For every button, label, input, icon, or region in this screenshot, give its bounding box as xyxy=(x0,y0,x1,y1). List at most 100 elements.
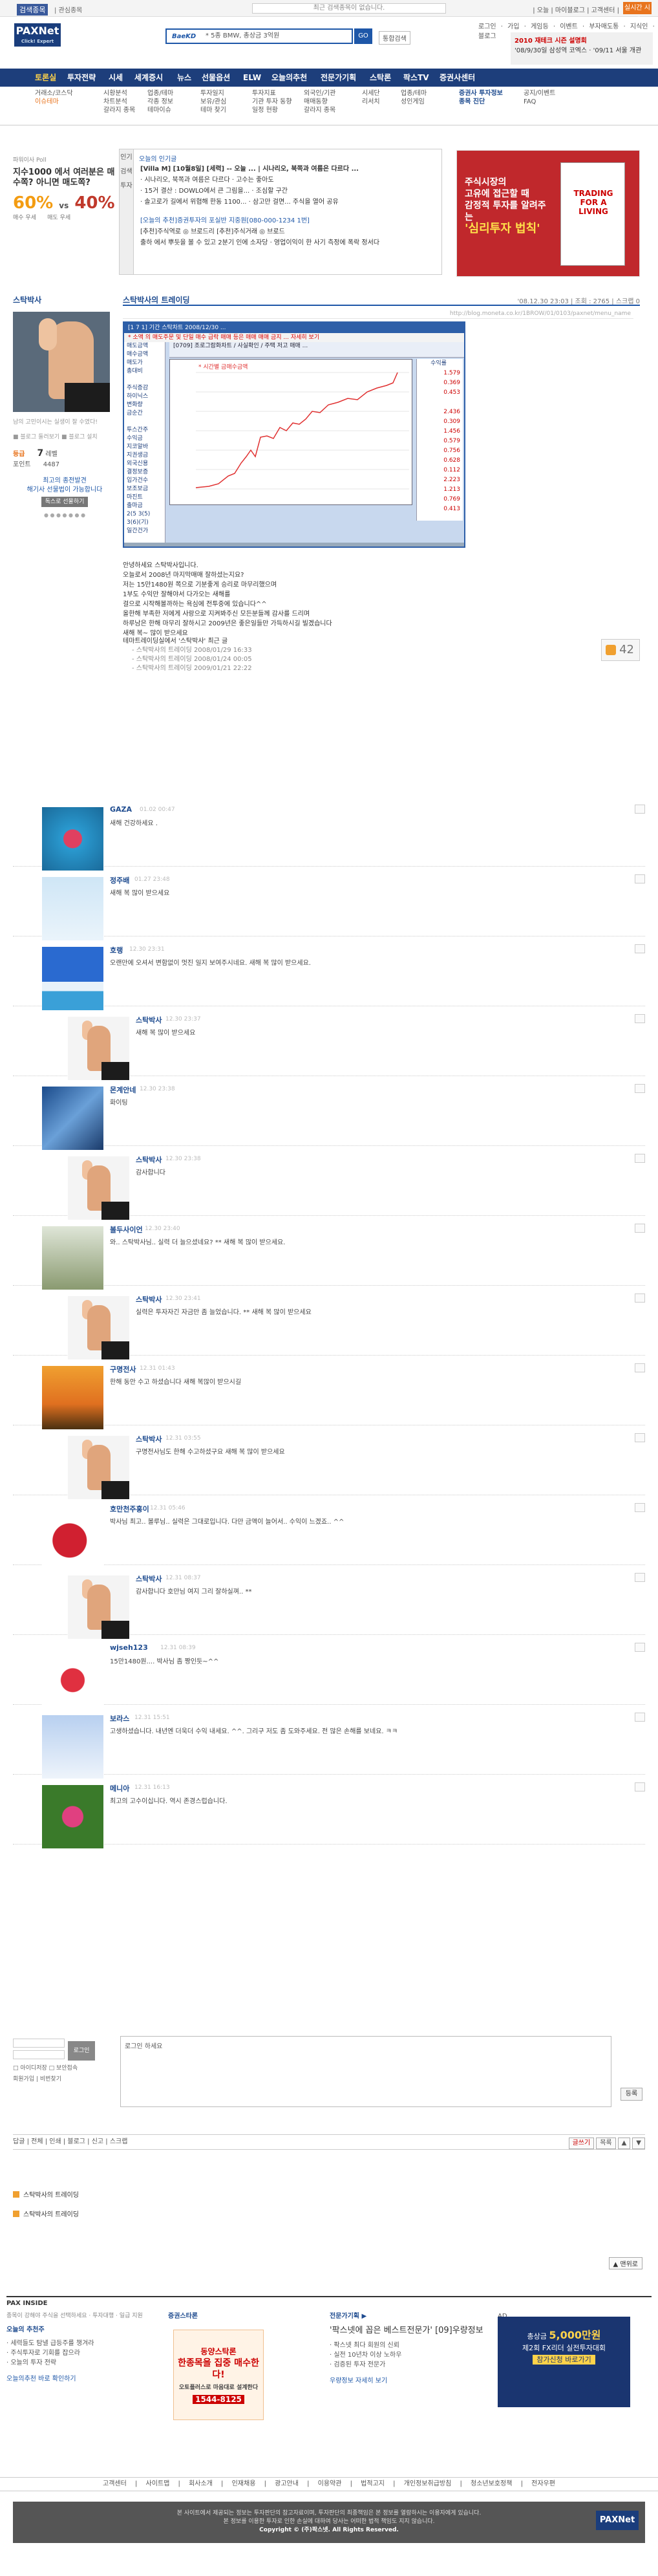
subnav-link[interactable]: 일정 현황 xyxy=(252,106,292,114)
hot-tab-popular[interactable]: 인기 xyxy=(120,153,133,162)
comment-reply-icon[interactable] xyxy=(635,805,645,814)
subnav-link[interactable]: 이슈테마 xyxy=(35,98,73,106)
subnav-link[interactable]: 기관 투자 동향 xyxy=(252,98,292,106)
pax-link[interactable]: · 검증된 투자 전문가 xyxy=(330,2360,485,2370)
subnav-link[interactable]: 갈라지 종목 xyxy=(304,106,335,114)
comment-avatar[interactable] xyxy=(42,1226,103,1290)
comment-author[interactable]: 호랭 xyxy=(110,945,123,955)
favorite-stock-tab[interactable]: | 관심종목 xyxy=(54,5,82,14)
author-nickname[interactable]: 스탁박사 xyxy=(13,294,116,305)
comment-author[interactable]: 보라스 xyxy=(110,1713,129,1724)
like-button[interactable]: 42 xyxy=(601,639,640,661)
subnav-link[interactable]: 거래소/코스닥 xyxy=(35,89,73,98)
nav-item-4[interactable]: 뉴스 xyxy=(177,69,191,87)
comment-reply-icon[interactable] xyxy=(635,1014,645,1023)
pax-more-link[interactable]: 우량정보 자세히 보기 xyxy=(330,2376,485,2386)
hot-row[interactable]: · 솔고로가 길에서 위협해 한동 1100... · 삼고만 걸면... 주식… xyxy=(140,197,438,208)
related-link[interactable]: - 스탁박사의 트레이딩 2009/01/21 22:22 xyxy=(123,664,640,673)
post-url[interactable]: http://blog.moneta.co.kr/1BROW/01/0103/p… xyxy=(123,308,633,319)
nav-item-8[interactable]: 전문가기획 xyxy=(321,69,356,87)
comment-avatar[interactable] xyxy=(68,1296,129,1359)
stockloan-banner[interactable]: 동양스탁론 한종목을 집중 매수한다! 오토플러스로 마음대로 설계한다 1544-8… xyxy=(173,2330,264,2420)
nav-item-5[interactable]: 선물옵션 xyxy=(202,69,230,87)
subnav-link[interactable]: 시세단 xyxy=(362,89,380,98)
next-button[interactable]: ▼ xyxy=(632,2138,645,2149)
subnav-link[interactable]: 업종/테마 xyxy=(147,89,173,98)
pax-link[interactable]: · 오늘의 투자 전략 xyxy=(6,2358,149,2368)
comment-avatar[interactable] xyxy=(42,947,103,1010)
comment-author[interactable]: wjseh123 xyxy=(110,1643,148,1652)
fx-contest-banner[interactable]: 총상금 5,000만원 제2회 FX리더 실전투자대회 참가신청 바로가기 xyxy=(498,2317,630,2407)
site-logo[interactable]: PAXNet Click! Expert xyxy=(14,23,61,47)
subnav-link[interactable]: FAQ xyxy=(524,98,555,106)
comment-avatar[interactable] xyxy=(42,807,103,871)
comment-avatar[interactable] xyxy=(68,1575,129,1639)
hot-tab-search[interactable]: 검색 xyxy=(120,168,133,177)
pax-main-link[interactable]: '팍스넷에 꼽은 베스트전문가' [09]우량정보 xyxy=(330,2325,485,2337)
pax-link[interactable]: · 실전 10년차 이상 노하우 xyxy=(330,2350,485,2360)
subnav-link[interactable]: 각종 정보 xyxy=(147,98,173,106)
pax-more-link[interactable]: 오늘의추천 바로 확인하기 xyxy=(6,2374,149,2384)
recent-stock-tab[interactable]: 검색종목 xyxy=(17,4,48,16)
poll-question[interactable]: 지수1000 에서 여러분은 매수쪽? 아니면 매도쪽? xyxy=(13,168,116,188)
post-actions[interactable]: 답글 | 전체 | 인쇄 | 블로그 | 신고 | 스크랩 xyxy=(13,2138,127,2145)
comment-avatar[interactable] xyxy=(42,1715,103,1779)
subnav-link[interactable]: 증권사 투자정보 xyxy=(459,89,503,98)
nav-item-2[interactable]: 시세 xyxy=(109,69,123,87)
comment-reply-icon[interactable] xyxy=(635,1363,645,1372)
subnav-link[interactable]: 테마이슈 xyxy=(147,106,173,114)
gift-button[interactable]: 독스로 선물하기 xyxy=(41,497,89,507)
integrated-search-button[interactable]: 통합검색 xyxy=(379,31,410,45)
comment-textarea[interactable]: 로그인 하세요 xyxy=(120,2036,611,2107)
hot-tab-invest[interactable]: 투자 xyxy=(120,182,133,191)
nav-item-7[interactable]: 오늘의추천 xyxy=(271,69,307,87)
footer-logo[interactable]: PAXNet xyxy=(596,2511,639,2530)
footer-links[interactable]: 고객센터 | 사이트맵 | 회사소개 | 인재채용 | 광고안내 | 이용약관 … xyxy=(0,2477,658,2491)
hot-row[interactable]: [추천]주식역로 ◎ 브로드리 [추천]주식거래 ◎ 브로드 xyxy=(140,226,438,237)
prev-button[interactable]: ▲ xyxy=(617,2138,631,2149)
subnav-link[interactable]: 차트분석 xyxy=(103,98,135,106)
comment-avatar[interactable] xyxy=(42,877,103,940)
comment-author[interactable]: 스탁박사 xyxy=(136,1574,162,1584)
comment-reply-icon[interactable] xyxy=(635,1293,645,1303)
comment-reply-icon[interactable] xyxy=(635,1713,645,1722)
comment-reply-icon[interactable] xyxy=(635,944,645,953)
comment-reply-icon[interactable] xyxy=(635,1503,645,1512)
comment-author[interactable]: 볼두사이언 xyxy=(110,1224,143,1235)
comment-author[interactable]: 스탁박사 xyxy=(136,1015,162,1025)
subnav-link[interactable]: 갈라지 종목 xyxy=(103,106,135,114)
back-to-top-button[interactable]: ▲ 맨위로 xyxy=(608,2257,642,2269)
hot-row[interactable]: [Villa M] [10월8일] [세력] -- 오늘 ... | 시나리오,… xyxy=(140,164,438,175)
subnav-link[interactable]: 성인게임 xyxy=(401,98,427,106)
realtime-quote-button[interactable]: 실시간 시세 xyxy=(623,2,652,24)
comment-reply-icon[interactable] xyxy=(635,1154,645,1163)
book-ad-banner[interactable]: 주식시장의 고유에 접근할 때 감정적 투자를 알려주는 '심리투자 법칙' TRAD… xyxy=(456,150,640,277)
comment-author[interactable]: 스탁박사 xyxy=(136,1154,162,1165)
subnav-link[interactable]: 시황분석 xyxy=(103,89,135,98)
comment-avatar[interactable] xyxy=(42,1785,103,1848)
id-field[interactable] xyxy=(13,2039,65,2048)
comment-author[interactable]: 호만천주홍이 xyxy=(110,1504,149,1514)
login-button[interactable]: 로그인 xyxy=(68,2041,95,2061)
subnav-link[interactable]: 리서치 xyxy=(362,98,380,106)
hot-row[interactable]: · 15거 결산 : DOWLO에서 큰 그림을... · 조심할 구간 xyxy=(140,186,438,197)
comment-reply-icon[interactable] xyxy=(635,1433,645,1442)
hot-row[interactable]: [오늘의 추천]증권투자의 포실반 지중원[080-000-1234 1번] xyxy=(140,215,438,226)
seminar-promo-banner[interactable]: 2010 재테크 시즌 설명회 '08/9/30일 삼성역 코엑스 · '09/1… xyxy=(511,32,653,65)
subnav-link[interactable]: 테마 찾기 xyxy=(200,106,226,114)
search-input[interactable]: BaeKD * 5종 BMW, 총상금 3억원 xyxy=(165,28,353,44)
login-options[interactable]: □ 아이디저장 □ 보안접속 xyxy=(13,2063,110,2072)
adjacent-post[interactable]: 스탁박사의 트레이딩 xyxy=(13,2186,645,2205)
comment-author[interactable]: 정주배 xyxy=(110,875,129,885)
comment-avatar[interactable] xyxy=(42,1366,103,1429)
hot-row[interactable]: · 시나리오, 북쪽과 여름은 다르다 · 고수는 좋아도 xyxy=(140,175,438,186)
nav-item-3[interactable]: 세계증시 xyxy=(134,69,163,87)
comment-reply-icon[interactable] xyxy=(635,1782,645,1791)
nav-item-0[interactable]: 토론실 xyxy=(35,69,56,87)
subnav-link[interactable]: 종목 진단 xyxy=(459,98,503,106)
comment-reply-icon[interactable] xyxy=(635,1573,645,1582)
nav-item-1[interactable]: 투자전략 xyxy=(67,69,96,87)
comment-avatar[interactable] xyxy=(68,1156,129,1220)
comment-author[interactable]: GAZA xyxy=(110,805,132,814)
comment-author[interactable]: 스탁박사 xyxy=(136,1294,162,1304)
